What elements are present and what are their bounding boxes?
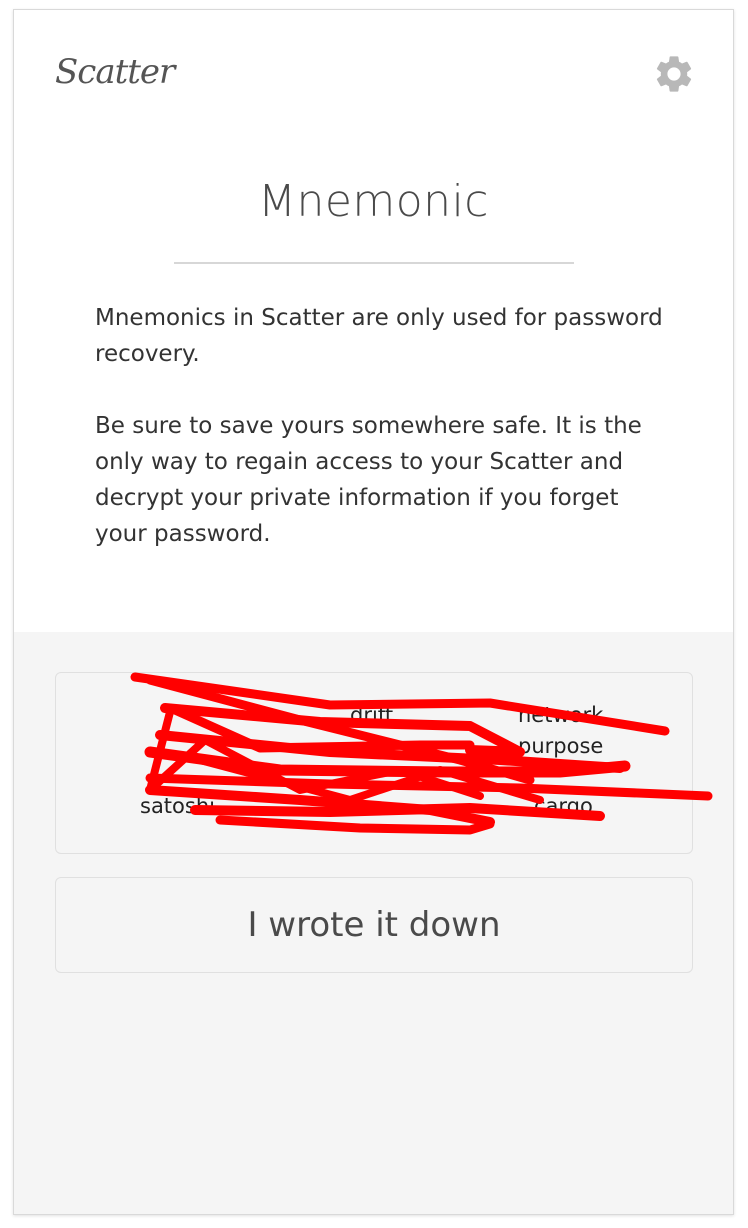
app-window: Scatter Mnemonic Mnemonics in Scatter ar… xyxy=(13,9,734,1215)
mnemonic-word: drift xyxy=(350,703,394,727)
mnemonic-word: network xyxy=(518,703,604,727)
scatter-logo: Scatter xyxy=(55,52,175,92)
description: Mnemonics in Scatter are only used for p… xyxy=(95,300,665,588)
mnemonic-word: purpose xyxy=(518,734,604,758)
description-paragraph-1: Mnemonics in Scatter are only used for p… xyxy=(95,305,663,367)
page-title: Mnemonic xyxy=(257,176,489,227)
mnemonic-section: drift network purpose satoshi cargo I wr… xyxy=(14,632,733,1214)
mnemonic-word: cargo xyxy=(534,794,593,818)
header-section: Scatter Mnemonic Mnemonics in Scatter ar… xyxy=(14,10,733,632)
title-divider xyxy=(174,262,574,264)
gear-icon[interactable] xyxy=(652,52,696,96)
wrote-it-down-button[interactable]: I wrote it down xyxy=(55,877,693,973)
mnemonic-word: satoshi xyxy=(140,794,215,818)
description-paragraph-2: Be sure to save yours somewhere safe. It… xyxy=(95,413,642,547)
mnemonic-words-box: drift network purpose satoshi cargo xyxy=(55,672,693,854)
